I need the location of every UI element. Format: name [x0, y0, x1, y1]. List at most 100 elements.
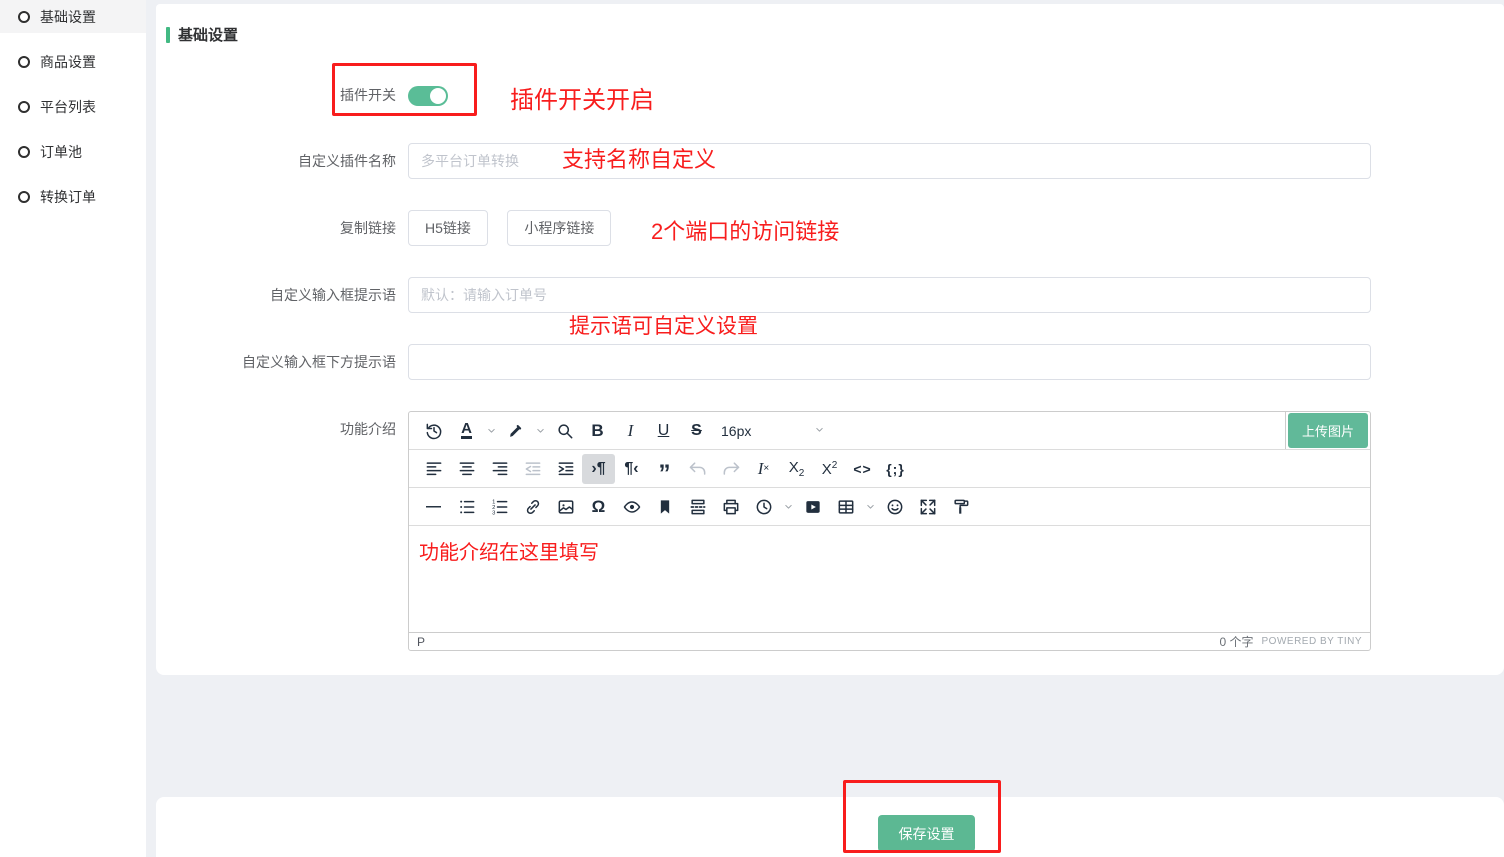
chevron-down-icon[interactable]: [532, 416, 548, 446]
copy-link-label: 复制链接: [156, 210, 396, 238]
editor-toolbar-row2: ›¶¶‹”I×X2X2<>{;}: [409, 450, 1370, 488]
print-icon: [721, 497, 741, 517]
editor-italic-button[interactable]: I: [614, 416, 647, 446]
editor-outdent-button[interactable]: [516, 454, 549, 484]
editor-print-button[interactable]: [714, 492, 747, 522]
editor-emoticons-button[interactable]: [878, 492, 911, 522]
editor-bold-button[interactable]: B: [581, 416, 614, 446]
editor-search-button[interactable]: [548, 416, 581, 446]
editor-charmap-button[interactable]: Ω: [582, 492, 615, 522]
font-size-value: 16px: [721, 423, 751, 439]
editor-align-center-button[interactable]: [450, 454, 483, 484]
editor-forecolor-button[interactable]: A: [450, 416, 483, 446]
outdent-icon: [523, 459, 543, 479]
word-count: 0 个字: [1220, 633, 1254, 650]
sidebar-item-label: 订单池: [40, 142, 82, 162]
editor-ordered-list-button[interactable]: 123: [483, 492, 516, 522]
plugin-name-input[interactable]: [408, 143, 1371, 179]
h5-link-button[interactable]: H5链接: [408, 210, 488, 246]
input-hint-input[interactable]: [408, 277, 1371, 313]
page-break-icon: [688, 497, 708, 517]
search-icon: [555, 421, 575, 441]
editor-datetime-button[interactable]: [747, 492, 780, 522]
editor-link-button[interactable]: [516, 492, 549, 522]
editor-redo-button[interactable]: [714, 454, 747, 484]
upload-image-button[interactable]: 上传图片: [1288, 413, 1368, 448]
editor-fullscreen-button[interactable]: [911, 492, 944, 522]
radio-circle-icon: [18, 146, 30, 158]
chevron-down-icon[interactable]: [862, 492, 878, 522]
editor-superscript-button[interactable]: X2: [813, 454, 846, 484]
powered-by-tiny: POWERED BY TINY: [1262, 636, 1362, 647]
code-icon: <>: [853, 461, 871, 477]
plugin-switch-toggle[interactable]: [408, 86, 448, 106]
editor-content[interactable]: 功能介绍在这里填写: [409, 526, 1370, 633]
editor-blockquote-button[interactable]: ”: [648, 454, 681, 484]
sidebar-item-product-settings[interactable]: 商品设置: [0, 45, 146, 78]
radio-circle-icon: [18, 191, 30, 203]
emoticons-icon: [885, 497, 905, 517]
editor-align-right-button[interactable]: [483, 454, 516, 484]
image-icon: [556, 497, 576, 517]
editor-rtl-button[interactable]: ¶‹: [615, 454, 648, 484]
redo-icon: [721, 459, 741, 479]
svg-text:3: 3: [492, 510, 495, 516]
editor-highlight-button[interactable]: [499, 416, 532, 446]
miniprogram-link-button[interactable]: 小程序链接: [507, 210, 611, 246]
align-right-icon: [490, 459, 510, 479]
element-path[interactable]: P: [417, 635, 425, 649]
align-center-icon: [457, 459, 477, 479]
sidebar-item-basic-settings[interactable]: 基础设置: [0, 0, 146, 33]
editor-anchor-button[interactable]: [648, 492, 681, 522]
editor-code-sample-button[interactable]: {;}: [879, 454, 912, 484]
indent-icon: [556, 459, 576, 479]
restore-icon: [424, 421, 444, 441]
horizontal-rule-icon: —: [426, 498, 441, 515]
editor-media-button[interactable]: [796, 492, 829, 522]
editor-image-button[interactable]: [549, 492, 582, 522]
editor-horizontal-rule-button[interactable]: —: [417, 492, 450, 522]
sidebar-item-convert-order[interactable]: 转换订单: [0, 180, 146, 213]
format-painter-icon: [951, 497, 971, 517]
editor-preview-button[interactable]: [615, 492, 648, 522]
chevron-down-icon[interactable]: [483, 416, 499, 446]
editor-page-break-button[interactable]: [681, 492, 714, 522]
toggle-knob: [430, 88, 446, 104]
ltr-icon: ›¶: [591, 460, 605, 478]
editor-undo-button[interactable]: [681, 454, 714, 484]
radio-circle-icon: [18, 11, 30, 23]
editor-strikethrough-button[interactable]: S: [680, 416, 713, 446]
editor-unordered-list-button[interactable]: [450, 492, 483, 522]
chevron-down-icon[interactable]: [780, 492, 796, 522]
settings-page: 基础设置 商品设置 平台列表 订单池 转换订单 基础设置 插件开关: [0, 0, 1504, 857]
editor-code-button[interactable]: <>: [846, 454, 879, 484]
sidebar-item-label: 平台列表: [40, 97, 96, 117]
forecolor-icon: A: [461, 422, 472, 439]
plugin-switch-row: 插件开关: [156, 82, 1504, 106]
editor-indent-button[interactable]: [549, 454, 582, 484]
copy-link-row: 复制链接 H5链接 小程序链接: [156, 210, 1504, 246]
sidebar-item-order-pool[interactable]: 订单池: [0, 135, 146, 168]
radio-circle-icon: [18, 101, 30, 113]
editor-toolbar-row3: — 123 Ω: [409, 488, 1370, 526]
font-size-select[interactable]: 16px: [713, 416, 833, 446]
editor-restore-button[interactable]: [417, 416, 450, 446]
bold-icon: B: [591, 421, 603, 441]
unordered-list-icon: [457, 497, 477, 517]
editor-align-left-button[interactable]: [417, 454, 450, 484]
editor-underline-button[interactable]: U: [647, 416, 680, 446]
editor-subscript-button[interactable]: X2: [780, 454, 813, 484]
table-icon: [836, 497, 856, 517]
save-settings-button[interactable]: 保存设置: [878, 815, 975, 852]
editor-remove-format-button[interactable]: I×: [747, 454, 780, 484]
superscript-icon: X2: [822, 460, 838, 478]
editor-format-painter-button[interactable]: [944, 492, 977, 522]
charmap-icon: Ω: [592, 497, 606, 517]
sidebar-item-label: 商品设置: [40, 52, 96, 72]
below-hint-input[interactable]: [408, 344, 1371, 380]
settings-card: 基础设置 插件开关 自定义插件名称 复制链接 H5链接 小程序链接 自定义输入框…: [156, 4, 1504, 675]
sidebar-item-platform-list[interactable]: 平台列表: [0, 90, 146, 123]
editor-status-bar: P 0 个字 POWERED BY TINY: [409, 633, 1370, 650]
editor-table-button[interactable]: [829, 492, 862, 522]
editor-ltr-button[interactable]: ›¶: [582, 454, 615, 484]
